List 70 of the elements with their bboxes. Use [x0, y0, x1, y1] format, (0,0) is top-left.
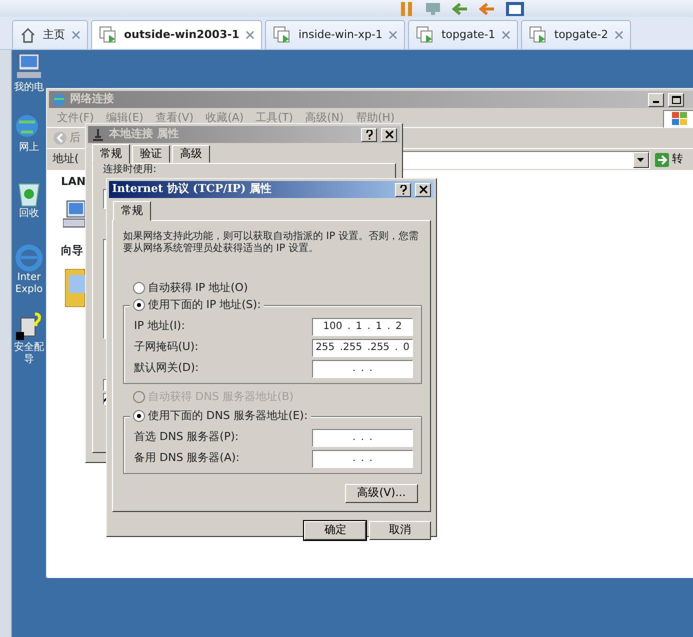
vm-icon [99, 26, 117, 44]
tab[interactable]: 常规 [92, 144, 130, 164]
column-header[interactable]: LAN [61, 175, 86, 188]
radio-option[interactable]: 自动获得 IP 地址(O) [133, 281, 422, 295]
caret-icon [637, 158, 644, 162]
tab[interactable]: 主页 [12, 20, 88, 49]
minimize-button[interactable] [648, 92, 664, 106]
dialog-title: Internet 协议 (TCP/IP) 属性 [112, 181, 273, 198]
tab[interactable]: 高级 [172, 145, 210, 163]
arrow-icon[interactable] [452, 2, 468, 14]
minimize-icon [653, 101, 659, 103]
field-label: 子网掩码(U): [134, 339, 198, 356]
arrow-icon [655, 152, 670, 166]
close-icon[interactable] [246, 31, 254, 39]
window-title: 网络连接 [70, 91, 115, 108]
help-button[interactable] [395, 182, 411, 196]
window-icon[interactable] [506, 2, 524, 16]
icon-label[interactable]: 网上 [19, 142, 39, 154]
close-icon[interactable] [502, 31, 510, 39]
ip-address-field[interactable]: 255 .255 .255 . 0 [312, 338, 413, 356]
icon-label[interactable]: Inter Explo [15, 272, 43, 296]
tab[interactable]: 验证 [132, 145, 170, 163]
close-icon [384, 130, 394, 139]
field-label: 备用 DNS 服务器(A): [134, 450, 240, 466]
icon-label[interactable]: 回收 [19, 208, 39, 220]
go-button[interactable]: 转 [652, 150, 686, 169]
advanced-button[interactable]: 高级(V)... [345, 484, 418, 503]
field-label: 连接时使用: [103, 164, 156, 175]
address-label: 地址( [52, 151, 79, 168]
cancel-button[interactable]: 取消 [369, 521, 431, 540]
close-icon[interactable] [615, 31, 624, 39]
intro-text: 如果网络支持此功能，则可以获取自动指派的 IP 设置。否则，您需要从网络系统管理员处获得适当的 IP 设置。 [123, 231, 420, 255]
vm-icon [529, 26, 548, 44]
icon-label[interactable]: 安全配 导 [14, 342, 44, 366]
ip-address-field[interactable]: . . . [312, 360, 413, 378]
tab[interactable]: 常规 [113, 201, 151, 221]
group-label: 向导 [61, 244, 83, 256]
close-button[interactable] [381, 128, 397, 142]
close-button[interactable] [415, 182, 431, 196]
connection-icon[interactable] [63, 198, 85, 228]
ok-button[interactable]: 确定 [304, 521, 366, 540]
close-icon [418, 185, 428, 194]
tab[interactable]: outside-win2003-1 [91, 20, 262, 49]
tab[interactable]: inside-win-xp-1 [265, 20, 406, 49]
field-label: 首选 DNS 服务器(P): [134, 429, 239, 446]
vm-icon [416, 26, 434, 44]
vm-icon [273, 26, 292, 44]
dialog-title: 本地连接 属性 [109, 126, 180, 142]
help-icon [364, 130, 374, 140]
pause-icon[interactable] [400, 2, 414, 16]
icon-label[interactable]: 我的电 [14, 82, 44, 94]
tab[interactable]: topgate-2 [521, 20, 632, 49]
monitor-icon[interactable] [425, 2, 441, 14]
ip-address-field[interactable]: 100 . 1 . 1 . 2 [312, 318, 413, 336]
globe-icon [52, 92, 66, 106]
close-icon[interactable] [389, 31, 398, 39]
home-icon [20, 27, 36, 43]
close-icon[interactable] [72, 31, 80, 39]
maximize-button[interactable] [668, 92, 684, 106]
help-icon [398, 184, 408, 194]
ip-address-field[interactable]: . . . [312, 450, 413, 468]
help-button[interactable] [361, 128, 377, 142]
ip-address-field[interactable]: . . . [312, 428, 413, 446]
tab[interactable]: topgate-1 [408, 20, 518, 49]
field-label: IP 地址(I): [134, 318, 185, 334]
windows-logo-icon [672, 112, 688, 126]
field-label: 默认网关(D): [134, 360, 199, 376]
arrow-icon[interactable] [479, 2, 495, 14]
maximize-icon [672, 96, 680, 104]
dropdown-button[interactable] [632, 152, 649, 168]
